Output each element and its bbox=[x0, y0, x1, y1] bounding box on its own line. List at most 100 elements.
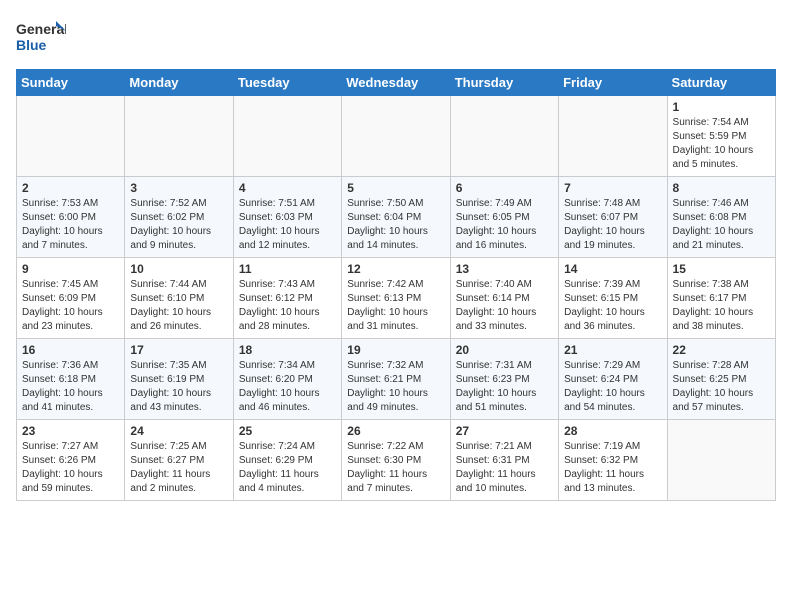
day-number: 16 bbox=[22, 343, 119, 357]
calendar-empty-cell bbox=[559, 96, 667, 177]
day-number: 8 bbox=[673, 181, 770, 195]
day-number: 25 bbox=[239, 424, 336, 438]
calendar-week-row: 2Sunrise: 7:53 AM Sunset: 6:00 PM Daylig… bbox=[17, 177, 776, 258]
calendar-day-cell: 8 Sunrise: 7:46 AM Sunset: 6:08 PM Daylig… bbox=[667, 177, 775, 258]
day-info: Sunrise: 7:54 AM Sunset: 5:59 PM Dayligh… bbox=[673, 116, 770, 172]
day-number: 28 bbox=[564, 424, 661, 438]
calendar-day-cell: 28 Sunrise: 7:19 AM Sunset: 6:32 PM Dayli… bbox=[559, 420, 667, 501]
calendar-day-cell: 27 Sunrise: 7:21 AM Sunset: 6:31 PM Dayli… bbox=[450, 420, 558, 501]
svg-text:General: General bbox=[16, 21, 66, 37]
calendar-day-cell: 9Sunrise: 7:45 AM Sunset: 6:09 PM Daylig… bbox=[17, 258, 125, 339]
day-number: 27 bbox=[456, 424, 553, 438]
day-number: 24 bbox=[130, 424, 227, 438]
day-number: 20 bbox=[456, 343, 553, 357]
day-info: Sunrise: 7:31 AM Sunset: 6:23 PM Dayligh… bbox=[456, 359, 553, 415]
calendar-day-cell: 1 Sunrise: 7:54 AM Sunset: 5:59 PM Daylig… bbox=[667, 96, 775, 177]
weekday-header-friday: Friday bbox=[559, 70, 667, 96]
day-number: 23 bbox=[22, 424, 119, 438]
calendar-day-cell: 12 Sunrise: 7:42 AM Sunset: 6:13 PM Dayli… bbox=[342, 258, 450, 339]
calendar-day-cell: 19 Sunrise: 7:32 AM Sunset: 6:21 PM Dayli… bbox=[342, 339, 450, 420]
day-info: Sunrise: 7:45 AM Sunset: 6:09 PM Dayligh… bbox=[22, 278, 119, 334]
calendar-empty-cell bbox=[342, 96, 450, 177]
day-info: Sunrise: 7:52 AM Sunset: 6:02 PM Dayligh… bbox=[130, 197, 227, 253]
weekday-header-monday: Monday bbox=[125, 70, 233, 96]
day-info: Sunrise: 7:42 AM Sunset: 6:13 PM Dayligh… bbox=[347, 278, 444, 334]
day-number: 26 bbox=[347, 424, 444, 438]
day-info: Sunrise: 7:36 AM Sunset: 6:18 PM Dayligh… bbox=[22, 359, 119, 415]
calendar-day-cell: 24 Sunrise: 7:25 AM Sunset: 6:27 PM Dayli… bbox=[125, 420, 233, 501]
calendar-day-cell: 15 Sunrise: 7:38 AM Sunset: 6:17 PM Dayli… bbox=[667, 258, 775, 339]
page-header: GeneralBlue bbox=[16, 16, 776, 61]
day-info: Sunrise: 7:29 AM Sunset: 6:24 PM Dayligh… bbox=[564, 359, 661, 415]
calendar-table: SundayMondayTuesdayWednesdayThursdayFrid… bbox=[16, 69, 776, 501]
day-number: 3 bbox=[130, 181, 227, 195]
calendar-week-row: 9Sunrise: 7:45 AM Sunset: 6:09 PM Daylig… bbox=[17, 258, 776, 339]
day-info: Sunrise: 7:22 AM Sunset: 6:30 PM Dayligh… bbox=[347, 440, 444, 496]
calendar-day-cell: 6 Sunrise: 7:49 AM Sunset: 6:05 PM Daylig… bbox=[450, 177, 558, 258]
calendar-day-cell: 11 Sunrise: 7:43 AM Sunset: 6:12 PM Dayli… bbox=[233, 258, 341, 339]
day-info: Sunrise: 7:21 AM Sunset: 6:31 PM Dayligh… bbox=[456, 440, 553, 496]
calendar-day-cell: 2Sunrise: 7:53 AM Sunset: 6:00 PM Daylig… bbox=[17, 177, 125, 258]
day-number: 18 bbox=[239, 343, 336, 357]
calendar-empty-cell bbox=[17, 96, 125, 177]
calendar-header-row: SundayMondayTuesdayWednesdayThursdayFrid… bbox=[17, 70, 776, 96]
calendar-week-row: 23 Sunrise: 7:27 AM Sunset: 6:26 PM Dayli… bbox=[17, 420, 776, 501]
calendar-day-cell: 26 Sunrise: 7:22 AM Sunset: 6:30 PM Dayli… bbox=[342, 420, 450, 501]
day-number: 6 bbox=[456, 181, 553, 195]
calendar-empty-cell bbox=[233, 96, 341, 177]
calendar-day-cell: 21 Sunrise: 7:29 AM Sunset: 6:24 PM Dayli… bbox=[559, 339, 667, 420]
day-info: Sunrise: 7:24 AM Sunset: 6:29 PM Dayligh… bbox=[239, 440, 336, 496]
calendar-day-cell: 5Sunrise: 7:50 AM Sunset: 6:04 PM Daylig… bbox=[342, 177, 450, 258]
day-info: Sunrise: 7:34 AM Sunset: 6:20 PM Dayligh… bbox=[239, 359, 336, 415]
svg-text:Blue: Blue bbox=[16, 37, 47, 53]
calendar-day-cell: 16 Sunrise: 7:36 AM Sunset: 6:18 PM Dayli… bbox=[17, 339, 125, 420]
day-info: Sunrise: 7:48 AM Sunset: 6:07 PM Dayligh… bbox=[564, 197, 661, 253]
calendar-empty-cell bbox=[667, 420, 775, 501]
day-info: Sunrise: 7:51 AM Sunset: 6:03 PM Dayligh… bbox=[239, 197, 336, 253]
calendar-day-cell: 18 Sunrise: 7:34 AM Sunset: 6:20 PM Dayli… bbox=[233, 339, 341, 420]
day-number: 17 bbox=[130, 343, 227, 357]
day-number: 7 bbox=[564, 181, 661, 195]
calendar-empty-cell bbox=[125, 96, 233, 177]
day-info: Sunrise: 7:35 AM Sunset: 6:19 PM Dayligh… bbox=[130, 359, 227, 415]
weekday-header-thursday: Thursday bbox=[450, 70, 558, 96]
day-number: 1 bbox=[673, 100, 770, 114]
calendar-day-cell: 20 Sunrise: 7:31 AM Sunset: 6:23 PM Dayli… bbox=[450, 339, 558, 420]
calendar-day-cell: 3 Sunrise: 7:52 AM Sunset: 6:02 PM Daylig… bbox=[125, 177, 233, 258]
day-info: Sunrise: 7:44 AM Sunset: 6:10 PM Dayligh… bbox=[130, 278, 227, 334]
day-info: Sunrise: 7:49 AM Sunset: 6:05 PM Dayligh… bbox=[456, 197, 553, 253]
day-number: 4 bbox=[239, 181, 336, 195]
calendar-day-cell: 22Sunrise: 7:28 AM Sunset: 6:25 PM Dayli… bbox=[667, 339, 775, 420]
day-info: Sunrise: 7:27 AM Sunset: 6:26 PM Dayligh… bbox=[22, 440, 119, 496]
weekday-header-saturday: Saturday bbox=[667, 70, 775, 96]
day-number: 12 bbox=[347, 262, 444, 276]
day-number: 22 bbox=[673, 343, 770, 357]
day-info: Sunrise: 7:40 AM Sunset: 6:14 PM Dayligh… bbox=[456, 278, 553, 334]
calendar-day-cell: 10Sunrise: 7:44 AM Sunset: 6:10 PM Dayli… bbox=[125, 258, 233, 339]
calendar-day-cell: 17 Sunrise: 7:35 AM Sunset: 6:19 PM Dayli… bbox=[125, 339, 233, 420]
calendar-day-cell: 23 Sunrise: 7:27 AM Sunset: 6:26 PM Dayli… bbox=[17, 420, 125, 501]
calendar-empty-cell bbox=[450, 96, 558, 177]
day-info: Sunrise: 7:43 AM Sunset: 6:12 PM Dayligh… bbox=[239, 278, 336, 334]
calendar-day-cell: 14 Sunrise: 7:39 AM Sunset: 6:15 PM Dayli… bbox=[559, 258, 667, 339]
day-number: 21 bbox=[564, 343, 661, 357]
day-number: 15 bbox=[673, 262, 770, 276]
weekday-header-sunday: Sunday bbox=[17, 70, 125, 96]
day-info: Sunrise: 7:39 AM Sunset: 6:15 PM Dayligh… bbox=[564, 278, 661, 334]
weekday-header-wednesday: Wednesday bbox=[342, 70, 450, 96]
day-info: Sunrise: 7:53 AM Sunset: 6:00 PM Dayligh… bbox=[22, 197, 119, 253]
day-info: Sunrise: 7:46 AM Sunset: 6:08 PM Dayligh… bbox=[673, 197, 770, 253]
day-number: 19 bbox=[347, 343, 444, 357]
day-number: 11 bbox=[239, 262, 336, 276]
day-number: 13 bbox=[456, 262, 553, 276]
day-info: Sunrise: 7:19 AM Sunset: 6:32 PM Dayligh… bbox=[564, 440, 661, 496]
calendar-day-cell: 4 Sunrise: 7:51 AM Sunset: 6:03 PM Daylig… bbox=[233, 177, 341, 258]
calendar-day-cell: 7 Sunrise: 7:48 AM Sunset: 6:07 PM Daylig… bbox=[559, 177, 667, 258]
logo-icon: GeneralBlue bbox=[16, 16, 66, 61]
day-info: Sunrise: 7:32 AM Sunset: 6:21 PM Dayligh… bbox=[347, 359, 444, 415]
day-info: Sunrise: 7:50 AM Sunset: 6:04 PM Dayligh… bbox=[347, 197, 444, 253]
logo: GeneralBlue bbox=[16, 16, 66, 61]
day-number: 14 bbox=[564, 262, 661, 276]
day-info: Sunrise: 7:25 AM Sunset: 6:27 PM Dayligh… bbox=[130, 440, 227, 496]
day-info: Sunrise: 7:38 AM Sunset: 6:17 PM Dayligh… bbox=[673, 278, 770, 334]
